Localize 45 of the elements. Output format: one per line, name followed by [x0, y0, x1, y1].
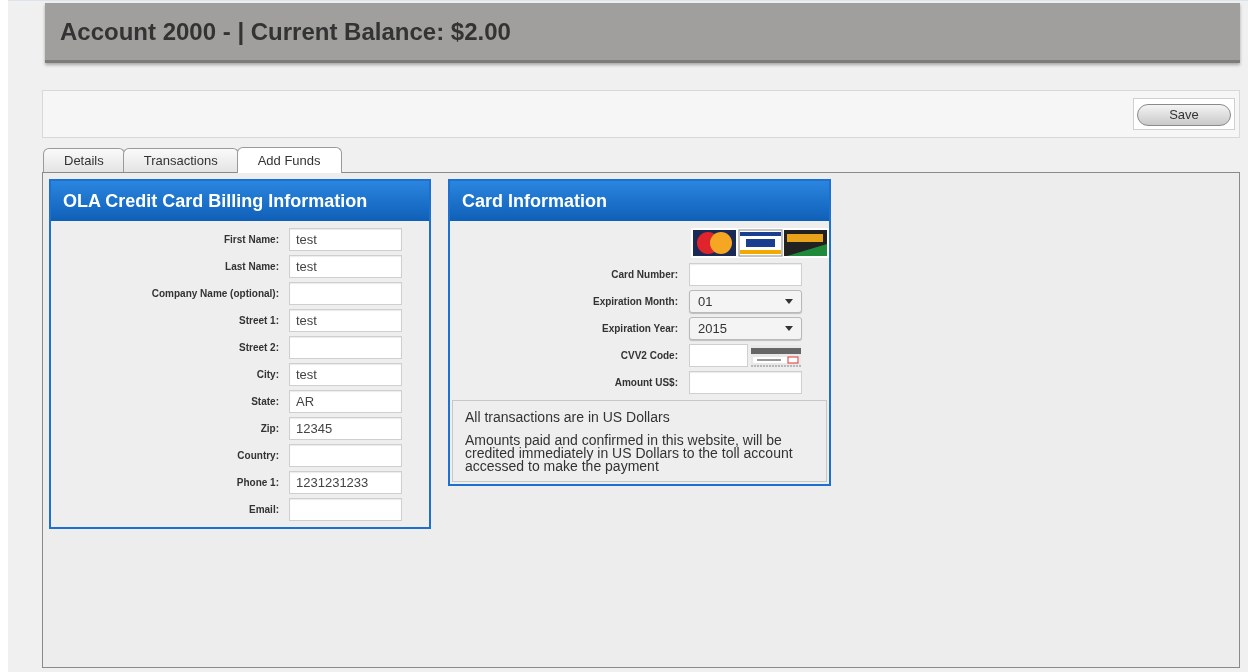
- field-label: Country:: [236, 449, 279, 463]
- input-field[interactable]: [689, 344, 748, 367]
- card-logos-icon: [691, 228, 829, 258]
- field-label: Street 2:: [238, 341, 279, 355]
- dropdown[interactable]: 2015: [689, 317, 802, 340]
- input-field[interactable]: test: [289, 309, 402, 332]
- input-field[interactable]: 12345: [289, 417, 402, 440]
- input-field[interactable]: [289, 444, 402, 467]
- tab[interactable]: Transactions: [122, 148, 239, 172]
- field-label: Amount US$:: [613, 376, 678, 390]
- field-label: First Name:: [223, 233, 279, 247]
- tab[interactable]: Add Funds: [236, 147, 342, 173]
- input-field[interactable]: test: [289, 255, 402, 278]
- dropdown[interactable]: 01: [689, 290, 802, 313]
- field-label: Street 1:: [238, 314, 279, 328]
- save-button[interactable]: Save: [1137, 103, 1231, 126]
- panel-title: Card Information: [462, 189, 607, 213]
- field-label: City:: [255, 368, 279, 382]
- input-field[interactable]: [289, 498, 402, 521]
- field-label: Last Name:: [224, 260, 279, 274]
- field-label: Company Name (optional):: [150, 287, 279, 301]
- field-label: State:: [250, 395, 279, 409]
- note-text: Amounts paid and confirmed in this website, will be credited immediately in US Dollars to the toll account accessed to make the payment: [465, 434, 794, 473]
- input-field[interactable]: [689, 263, 802, 286]
- input-field[interactable]: [289, 336, 402, 359]
- field-label: Email:: [248, 503, 279, 517]
- field-label: Phone 1:: [235, 476, 279, 490]
- input-field[interactable]: [289, 282, 402, 305]
- input-field[interactable]: test: [289, 363, 402, 386]
- input-field[interactable]: [689, 371, 802, 394]
- input-field[interactable]: AR: [289, 390, 402, 413]
- input-field[interactable]: test: [289, 228, 402, 251]
- field-label: CVV2 Code:: [619, 349, 678, 363]
- card-back-icon: [751, 344, 801, 367]
- tab[interactable]: Details: [43, 148, 125, 172]
- field-label: Expiration Year:: [601, 322, 678, 336]
- panel-title: OLA Credit Card Billing Information: [63, 189, 368, 213]
- caret-icon: [785, 299, 793, 304]
- caret-icon: [785, 326, 793, 331]
- field-label: Card Number:: [610, 268, 678, 282]
- field-label: Expiration Month:: [592, 295, 678, 309]
- field-label: Zip:: [259, 422, 279, 436]
- note-text: All transactions are in US Dollars: [465, 411, 671, 424]
- account-title: Account 2000 - | Current Balance: $2.00: [60, 16, 511, 47]
- input-field[interactable]: 1231231233: [289, 471, 402, 494]
